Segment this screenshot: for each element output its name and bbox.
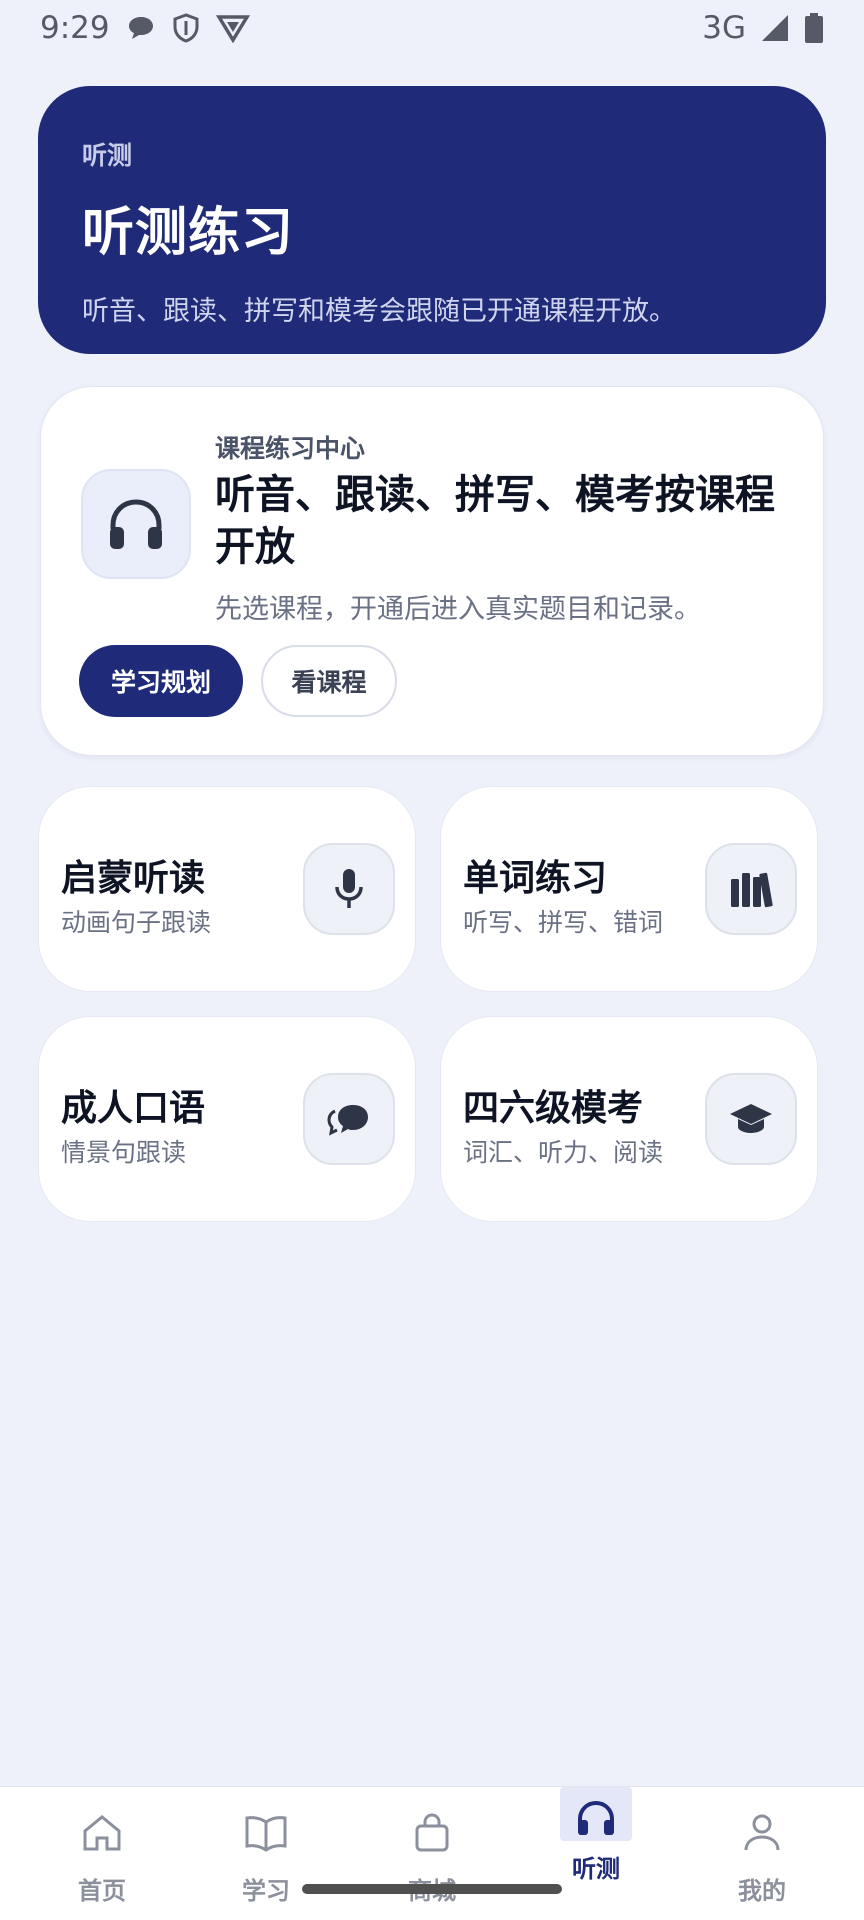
center-title: 听音、跟读、拼写、模考按课程开放 bbox=[215, 472, 775, 570]
view-courses-button[interactable]: 看课程 bbox=[261, 645, 397, 717]
card-subtitle: 听写、拼写、错词 bbox=[463, 908, 664, 937]
nav-item-home[interactable]: 首页 bbox=[42, 1787, 162, 1920]
nav-label: 我的 bbox=[738, 1877, 786, 1905]
card-title: 单词练习 bbox=[463, 858, 608, 899]
card-subtitle: 动画句子跟读 bbox=[61, 908, 212, 937]
vpn-icon bbox=[215, 13, 250, 43]
card-title: 启蒙听读 bbox=[61, 858, 206, 899]
hero-tag: 听测 bbox=[82, 141, 133, 170]
person-icon bbox=[726, 1809, 798, 1857]
status-time: 9:29 bbox=[40, 10, 110, 46]
card-subtitle: 词汇、听力、阅读 bbox=[463, 1138, 664, 1167]
card-subtitle: 情景句跟读 bbox=[61, 1138, 187, 1167]
nav-label: 听测 bbox=[572, 1855, 620, 1883]
hero-subtitle: 听音、跟读、拼写和模考会跟随已开通课程开放。 bbox=[82, 296, 676, 327]
nav-item-store[interactable]: 商城 bbox=[372, 1787, 492, 1920]
practice-card-enlightenment[interactable]: 启蒙听读 动画句子跟读 bbox=[38, 786, 416, 992]
practice-card-vocabulary[interactable]: 单词练习 听写、拼写、错词 bbox=[440, 786, 818, 992]
page-title: 听测练习 bbox=[82, 203, 295, 263]
book-icon bbox=[230, 1809, 302, 1857]
center-eyebrow: 课程练习中心 bbox=[215, 434, 366, 463]
home-indicator[interactable] bbox=[302, 1884, 562, 1894]
course-center-card[interactable]: 课程练习中心 听音、跟读、拼写、模考按课程开放 先选课程，开通后进入真实题目和记… bbox=[40, 386, 824, 756]
nav-item-study[interactable]: 学习 bbox=[206, 1787, 326, 1920]
battery-icon bbox=[804, 12, 824, 44]
shopping-bag-icon bbox=[396, 1809, 468, 1857]
center-subtitle: 先选课程，开通后进入真实题目和记录。 bbox=[215, 594, 701, 625]
nav-item-profile[interactable]: 我的 bbox=[702, 1787, 822, 1920]
study-plan-button[interactable]: 学习规划 bbox=[79, 645, 243, 717]
card-title: 四六级模考 bbox=[463, 1088, 644, 1129]
chat-icon bbox=[303, 1073, 395, 1165]
nav-item-listening[interactable]: 听测 bbox=[536, 1787, 656, 1920]
card-title: 成人口语 bbox=[61, 1088, 206, 1129]
status-left: 9:29 bbox=[40, 10, 250, 46]
microphone-icon bbox=[303, 843, 395, 935]
status-right: 3G bbox=[702, 10, 824, 46]
headphones-icon bbox=[81, 469, 191, 579]
shield-icon bbox=[172, 13, 200, 43]
practice-card-adult-speaking[interactable]: 成人口语 情景句跟读 bbox=[38, 1016, 416, 1222]
signal-icon bbox=[760, 13, 790, 43]
graduation-cap-icon bbox=[705, 1073, 797, 1165]
network-type: 3G bbox=[702, 10, 746, 46]
headphones-icon bbox=[560, 1787, 632, 1841]
practice-card-cet-mock-exam[interactable]: 四六级模考 词汇、听力、阅读 bbox=[440, 1016, 818, 1222]
nav-label: 首页 bbox=[78, 1877, 126, 1905]
status-bar: 9:29 3G bbox=[0, 0, 864, 56]
nav-label: 学习 bbox=[242, 1877, 290, 1905]
hero-banner: 听测 听测练习 听音、跟读、拼写和模考会跟随已开通课程开放。 bbox=[38, 86, 826, 354]
books-icon bbox=[705, 843, 797, 935]
bottom-nav: 首页 学习 商城 听测 我的 bbox=[0, 1786, 864, 1920]
home-icon bbox=[66, 1809, 138, 1857]
chat-bubble-icon bbox=[126, 14, 156, 42]
